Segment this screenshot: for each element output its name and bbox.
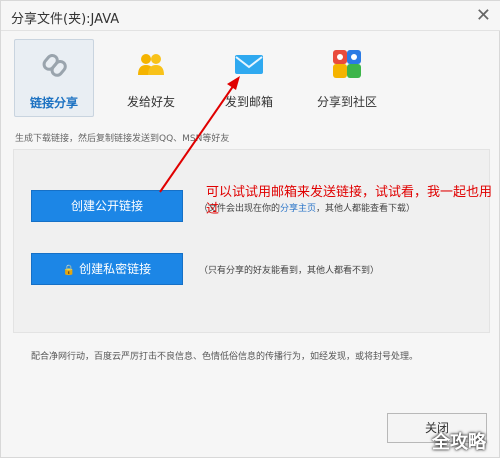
- annotation-text: 可以试试用邮箱来发送链接，试试看，我一起也用过: [206, 185, 493, 217]
- link-icon: [42, 53, 67, 77]
- tab-label: 发给好友: [126, 95, 175, 109]
- window-title: 分享文件(夹):JAVA: [11, 12, 120, 27]
- friends-icon: [138, 54, 164, 75]
- create-private-link-button[interactable]: 🔒 创建私密链接: [31, 253, 183, 285]
- share-dialog: 分享文件(夹):JAVA ✕ 链接分享 发给好友 发到邮箱 分享到社区 生成下载…: [0, 0, 500, 458]
- policy-notice: 配合净网行动，百度云严厉打击不良信息、色情低俗信息的传播行为，如经发现，或将封号…: [31, 352, 419, 362]
- create-public-link-button[interactable]: 创建公开链接: [31, 190, 183, 222]
- tab-share-community[interactable]: 分享到社区: [307, 39, 387, 117]
- community-icon: [333, 50, 361, 78]
- tab-send-email[interactable]: 发到邮箱: [209, 39, 289, 117]
- button-label: 创建私密链接: [79, 262, 152, 276]
- share-tabs: 链接分享 发给好友 发到邮箱 分享到社区: [1, 39, 500, 121]
- tab-link-share[interactable]: 链接分享: [14, 39, 94, 117]
- tab-send-friends[interactable]: 发给好友: [111, 39, 191, 117]
- tab-label: 发到邮箱: [224, 95, 273, 109]
- lock-icon: 🔒: [62, 265, 76, 276]
- private-link-hint: （只有分享的好友能看到，其他人都看不到）: [199, 266, 380, 276]
- watermark: 全攻略: [432, 432, 486, 453]
- link-options-panel: [13, 149, 490, 333]
- title-bar: 分享文件(夹):JAVA ✕: [1, 1, 500, 31]
- share-description: 生成下载链接，然后复制链接发送到QQ、MSN等好友: [15, 134, 230, 144]
- close-icon[interactable]: ✕: [476, 5, 491, 26]
- tab-label: 链接分享: [29, 96, 78, 110]
- email-icon: [235, 55, 263, 74]
- tab-label: 分享到社区: [316, 95, 377, 109]
- button-label: 创建公开链接: [70, 199, 143, 213]
